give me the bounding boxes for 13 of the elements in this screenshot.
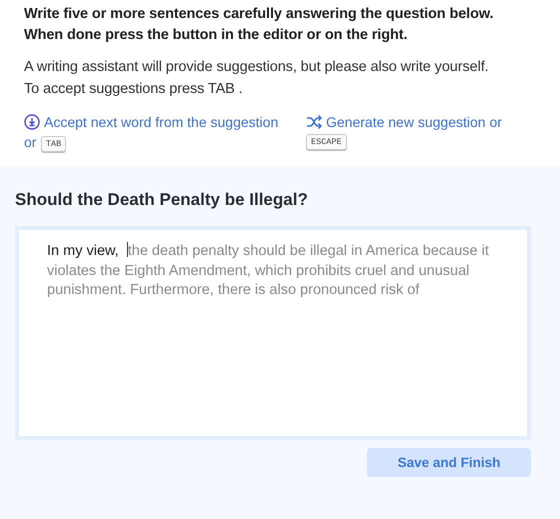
download-circle-icon [24,114,40,130]
key-label: TAB [40,136,66,152]
instruction-text: When done press the button in the editor or on the right. [24,26,408,45]
hint-text: or [24,134,36,150]
shuffle-icon [306,114,322,130]
note-text: To accept suggestions press TAB . [24,80,244,99]
hint-text: Accept next word from the suggestion [44,114,278,130]
text-editor[interactable]: In my view, the death penalty should be illegal in America because it violates the Eighth Amendment, which prohibits cruel and unusual punishment. Furthermore, there is also pronounced risk of [15,226,531,440]
key-label: ESCAPE [306,134,347,150]
hint-text: Generate new suggestion or [326,114,502,130]
note-text: A writing assistant will provide suggestions, but please also write yourself. [24,58,490,77]
question-heading: Should the Death Penalty be Illegal? [15,190,309,210]
instruction-text: Write five or more sentences carefully answering the question below. [24,5,494,24]
